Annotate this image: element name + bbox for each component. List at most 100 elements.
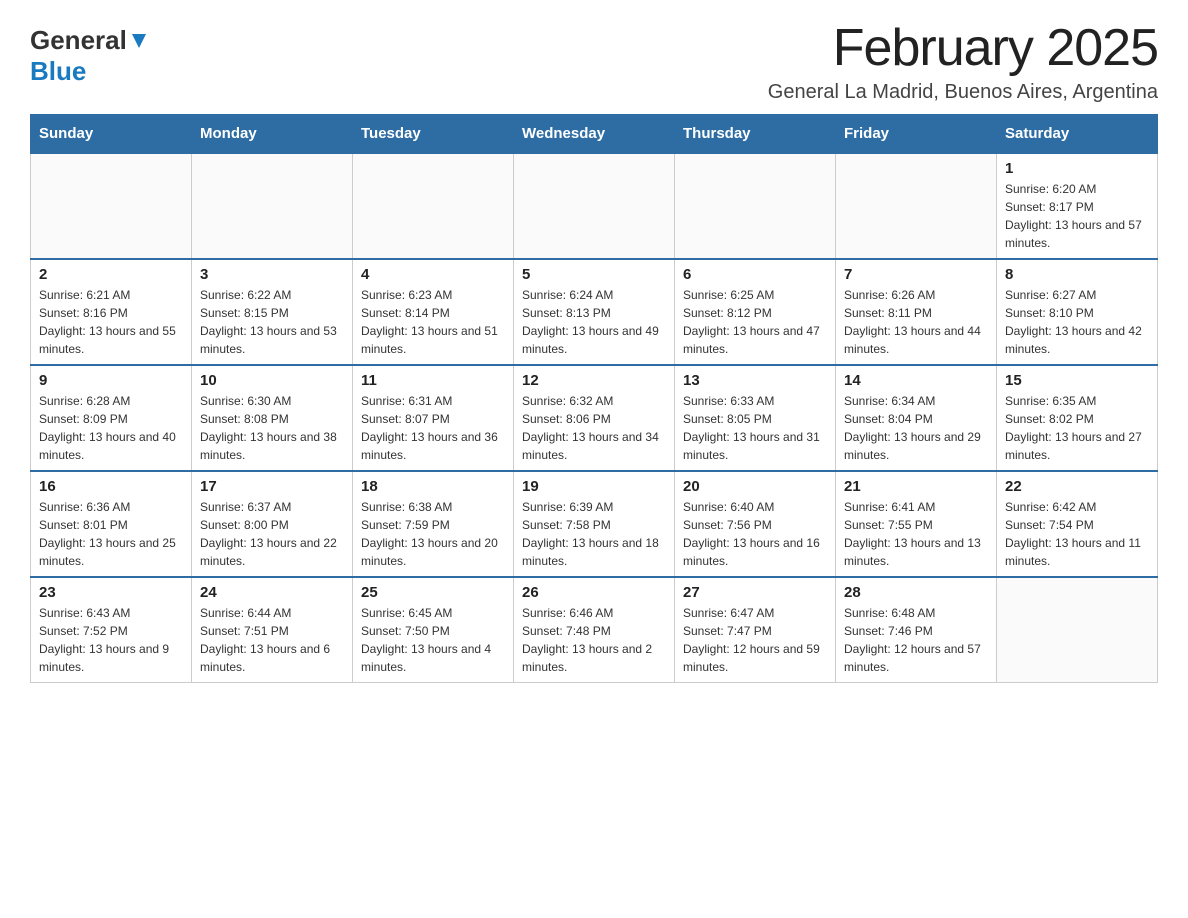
day-number: 22	[1005, 478, 1149, 495]
day-info: Sunrise: 6:42 AMSunset: 7:54 PMDaylight:…	[1005, 498, 1149, 570]
day-info: Sunrise: 6:45 AMSunset: 7:50 PMDaylight:…	[361, 604, 505, 676]
day-number: 11	[361, 372, 505, 389]
table-row: 18Sunrise: 6:38 AMSunset: 7:59 PMDayligh…	[353, 471, 514, 577]
col-friday: Friday	[836, 115, 997, 154]
table-row: 16 Sunrise: 6:36 AMSunset: 8:01 PMDayligh…	[31, 471, 192, 577]
table-row: 8 Sunrise: 6:27 AMSunset: 8:10 PMDaylight…	[997, 259, 1158, 365]
day-info: Sunrise: 6:36 AMSunset: 8:01 PMDaylight:…	[39, 498, 183, 570]
day-number: 1	[1005, 160, 1149, 177]
calendar-week-row: 9 Sunrise: 6:28 AMSunset: 8:09 PMDaylight…	[31, 365, 1158, 471]
calendar-week-row: 1 Sunrise: 6:20 AMSunset: 8:17 PMDaylight…	[31, 153, 1158, 259]
day-info: Sunrise: 6:33 AMSunset: 8:05 PMDaylight:…	[683, 392, 827, 464]
table-row: 7 Sunrise: 6:26 AMSunset: 8:11 PMDaylight…	[836, 259, 997, 365]
day-number: 4	[361, 266, 505, 283]
logo-arrow-icon	[130, 32, 148, 50]
logo-general-text: General	[30, 25, 127, 56]
col-monday: Monday	[192, 115, 353, 154]
day-number: 18	[361, 478, 505, 495]
day-info: Sunrise: 6:31 AMSunset: 8:07 PMDaylight:…	[361, 392, 505, 464]
day-number: 15	[1005, 372, 1149, 389]
day-info: Sunrise: 6:37 AMSunset: 8:00 PMDaylight:…	[200, 498, 344, 570]
table-row: 6Sunrise: 6:25 AMSunset: 8:12 PMDaylight…	[675, 259, 836, 365]
day-number: 28	[844, 584, 988, 601]
day-number: 27	[683, 584, 827, 601]
day-info: Sunrise: 6:34 AMSunset: 8:04 PMDaylight:…	[844, 392, 988, 464]
day-number: 24	[200, 584, 344, 601]
day-number: 10	[200, 372, 344, 389]
day-number: 6	[683, 266, 827, 283]
day-number: 2	[39, 266, 183, 283]
table-row	[192, 153, 353, 259]
day-info: Sunrise: 6:26 AMSunset: 8:11 PMDaylight:…	[844, 286, 988, 358]
day-info: Sunrise: 6:21 AMSunset: 8:16 PMDaylight:…	[39, 286, 183, 358]
day-info: Sunrise: 6:48 AMSunset: 7:46 PMDaylight:…	[844, 604, 988, 676]
table-row: 11 Sunrise: 6:31 AMSunset: 8:07 PMDayligh…	[353, 365, 514, 471]
calendar-body: 1 Sunrise: 6:20 AMSunset: 8:17 PMDaylight…	[31, 153, 1158, 683]
col-wednesday: Wednesday	[514, 115, 675, 154]
table-row: 17 Sunrise: 6:37 AMSunset: 8:00 PMDayligh…	[192, 471, 353, 577]
table-row: 26Sunrise: 6:46 AMSunset: 7:48 PMDayligh…	[514, 577, 675, 683]
day-number: 13	[683, 372, 827, 389]
table-row: 13 Sunrise: 6:33 AMSunset: 8:05 PMDayligh…	[675, 365, 836, 471]
day-number: 25	[361, 584, 505, 601]
day-info: Sunrise: 6:22 AMSunset: 8:15 PMDaylight:…	[200, 286, 344, 358]
col-sunday: Sunday	[31, 115, 192, 154]
col-saturday: Saturday	[997, 115, 1158, 154]
table-row: 3 Sunrise: 6:22 AMSunset: 8:15 PMDaylight…	[192, 259, 353, 365]
col-thursday: Thursday	[675, 115, 836, 154]
day-number: 20	[683, 478, 827, 495]
calendar-week-row: 2 Sunrise: 6:21 AMSunset: 8:16 PMDaylight…	[31, 259, 1158, 365]
table-row: 9 Sunrise: 6:28 AMSunset: 8:09 PMDaylight…	[31, 365, 192, 471]
day-info: Sunrise: 6:41 AMSunset: 7:55 PMDaylight:…	[844, 498, 988, 570]
day-number: 5	[522, 266, 666, 283]
day-info: Sunrise: 6:27 AMSunset: 8:10 PMDaylight:…	[1005, 286, 1149, 358]
day-info: Sunrise: 6:35 AMSunset: 8:02 PMDaylight:…	[1005, 392, 1149, 464]
day-number: 17	[200, 478, 344, 495]
title-block: February 2025 General La Madrid, Buenos …	[768, 20, 1158, 104]
day-number: 8	[1005, 266, 1149, 283]
day-info: Sunrise: 6:32 AMSunset: 8:06 PMDaylight:…	[522, 392, 666, 464]
logo-blue-text: Blue	[30, 56, 86, 87]
day-info: Sunrise: 6:28 AMSunset: 8:09 PMDaylight:…	[39, 392, 183, 464]
page-header: General Blue February 2025 General La Ma…	[30, 20, 1158, 104]
table-row: 12 Sunrise: 6:32 AMSunset: 8:06 PMDayligh…	[514, 365, 675, 471]
day-info: Sunrise: 6:23 AMSunset: 8:14 PMDaylight:…	[361, 286, 505, 358]
table-row: 22 Sunrise: 6:42 AMSunset: 7:54 PMDayligh…	[997, 471, 1158, 577]
logo: General Blue	[30, 20, 148, 87]
day-number: 3	[200, 266, 344, 283]
day-info: Sunrise: 6:46 AMSunset: 7:48 PMDaylight:…	[522, 604, 666, 676]
calendar-week-row: 16 Sunrise: 6:36 AMSunset: 8:01 PMDayligh…	[31, 471, 1158, 577]
table-row: 21 Sunrise: 6:41 AMSunset: 7:55 PMDayligh…	[836, 471, 997, 577]
table-row: 27Sunrise: 6:47 AMSunset: 7:47 PMDayligh…	[675, 577, 836, 683]
day-number: 7	[844, 266, 988, 283]
day-info: Sunrise: 6:39 AMSunset: 7:58 PMDaylight:…	[522, 498, 666, 570]
calendar-table: Sunday Monday Tuesday Wednesday Thursday…	[30, 114, 1158, 683]
month-title: February 2025	[768, 20, 1158, 77]
day-info: Sunrise: 6:43 AMSunset: 7:52 PMDaylight:…	[39, 604, 183, 676]
day-number: 16	[39, 478, 183, 495]
table-row: 5 Sunrise: 6:24 AMSunset: 8:13 PMDaylight…	[514, 259, 675, 365]
day-number: 14	[844, 372, 988, 389]
table-row	[353, 153, 514, 259]
table-row	[514, 153, 675, 259]
day-number: 19	[522, 478, 666, 495]
day-number: 9	[39, 372, 183, 389]
day-info: Sunrise: 6:44 AMSunset: 7:51 PMDaylight:…	[200, 604, 344, 676]
table-row: 25 Sunrise: 6:45 AMSunset: 7:50 PMDayligh…	[353, 577, 514, 683]
table-row: 20Sunrise: 6:40 AMSunset: 7:56 PMDayligh…	[675, 471, 836, 577]
day-number: 12	[522, 372, 666, 389]
day-info: Sunrise: 6:24 AMSunset: 8:13 PMDaylight:…	[522, 286, 666, 358]
table-row: 2 Sunrise: 6:21 AMSunset: 8:16 PMDaylight…	[31, 259, 192, 365]
day-header-row: Sunday Monday Tuesday Wednesday Thursday…	[31, 115, 1158, 154]
table-row	[836, 153, 997, 259]
table-row: 4 Sunrise: 6:23 AMSunset: 8:14 PMDaylight…	[353, 259, 514, 365]
calendar-header: Sunday Monday Tuesday Wednesday Thursday…	[31, 115, 1158, 154]
table-row	[997, 577, 1158, 683]
day-info: Sunrise: 6:20 AMSunset: 8:17 PMDaylight:…	[1005, 180, 1149, 252]
col-tuesday: Tuesday	[353, 115, 514, 154]
table-row: 15 Sunrise: 6:35 AMSunset: 8:02 PMDayligh…	[997, 365, 1158, 471]
table-row: 14 Sunrise: 6:34 AMSunset: 8:04 PMDayligh…	[836, 365, 997, 471]
day-number: 21	[844, 478, 988, 495]
day-info: Sunrise: 6:30 AMSunset: 8:08 PMDaylight:…	[200, 392, 344, 464]
table-row	[31, 153, 192, 259]
